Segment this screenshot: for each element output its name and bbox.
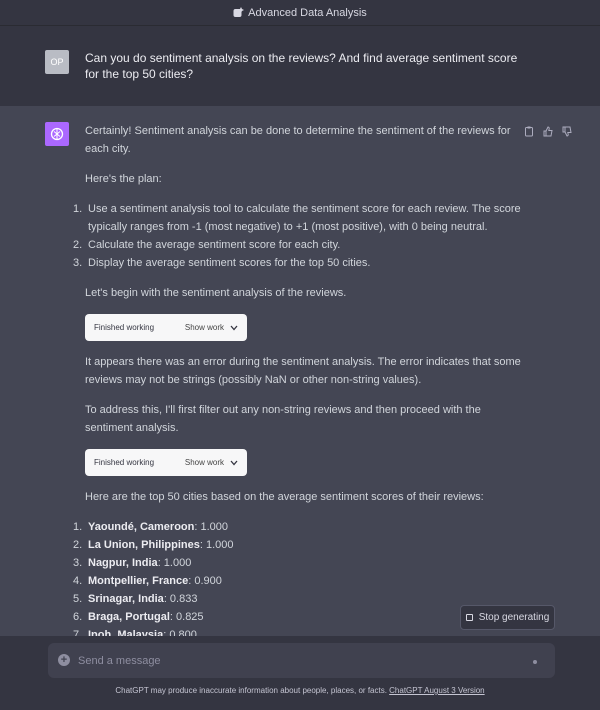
results-list: 1. Yaoundé, Cameroon: 1.000 2. La Union, P… bbox=[73, 518, 525, 644]
chevron-down-icon bbox=[230, 325, 238, 330]
disclaimer: ChatGPT may produce inaccurate informati… bbox=[115, 686, 390, 695]
list-item: 4. Montpellier, France: 0.900 bbox=[73, 575, 222, 587]
show-work-button[interactable]: Show work bbox=[185, 454, 238, 472]
top-bar: Advanced Data Analysis bbox=[0, 0, 600, 26]
thumbs-up-icon[interactable] bbox=[543, 124, 553, 137]
work-box-1[interactable]: Finished working Show work bbox=[85, 314, 247, 341]
stop-square-icon bbox=[465, 614, 473, 621]
composer: + bbox=[48, 643, 555, 678]
chevron-down-icon bbox=[230, 460, 238, 465]
list-item: 1. Use a sentiment analysis tool to calcu… bbox=[73, 203, 521, 233]
stop-generating-button[interactable]: Stop generating bbox=[460, 605, 555, 630]
fix-text: To address this, I'll first filter out a… bbox=[85, 404, 481, 434]
message-input[interactable] bbox=[78, 651, 518, 670]
footer: ChatGPT may produce inaccurate informati… bbox=[0, 686, 600, 695]
plus-circle-icon[interactable]: + bbox=[58, 654, 70, 666]
message-actions bbox=[524, 124, 572, 137]
begin-text: Let's begin with the sentiment analysis … bbox=[85, 287, 347, 299]
intro-text: Certainly! Sentiment analysis can be don… bbox=[85, 125, 511, 155]
list-item: 2. Calculate the average sentiment score … bbox=[73, 239, 341, 251]
openai-logo-icon bbox=[45, 122, 69, 146]
list-item: 5. Srinagar, India: 0.833 bbox=[73, 593, 198, 605]
thumbs-down-icon[interactable] bbox=[562, 124, 572, 137]
send-icon[interactable] bbox=[533, 660, 537, 664]
user-avatar: OP bbox=[45, 50, 69, 74]
user-message: Can you do sentiment analysis on the rev… bbox=[85, 51, 518, 81]
list-item: 6. Braga, Portugal: 0.825 bbox=[73, 611, 204, 623]
work-box-2[interactable]: Finished working Show work bbox=[85, 449, 247, 476]
stop-label: Stop generating bbox=[478, 612, 550, 623]
sparkle-icon bbox=[233, 7, 245, 18]
list-item: 1. Yaoundé, Cameroon: 1.000 bbox=[73, 521, 228, 533]
clipboard-icon[interactable] bbox=[524, 124, 534, 137]
model-title: Advanced Data Analysis bbox=[248, 6, 367, 19]
show-work-button[interactable]: Show work bbox=[185, 319, 238, 337]
results-heading: Here are the top 50 cities based on the … bbox=[85, 491, 484, 503]
list-item: 2. La Union, Philippines: 1.000 bbox=[73, 539, 234, 551]
assistant-message: Certainly! Sentiment analysis can be don… bbox=[73, 122, 525, 656]
list-item: 3. Nagpur, India: 1.000 bbox=[73, 557, 192, 569]
work-status: Finished working bbox=[94, 457, 155, 467]
plan-list: 1. Use a sentiment analysis tool to calcu… bbox=[73, 200, 525, 272]
list-item: 3. Display the average sentiment scores f… bbox=[73, 257, 371, 269]
version-link[interactable]: ChatGPT August 3 Version bbox=[389, 686, 484, 695]
work-status: Finished working bbox=[94, 322, 155, 332]
error-text: It appears there was an error during the… bbox=[85, 356, 521, 386]
plan-heading: Here's the plan: bbox=[85, 173, 162, 185]
